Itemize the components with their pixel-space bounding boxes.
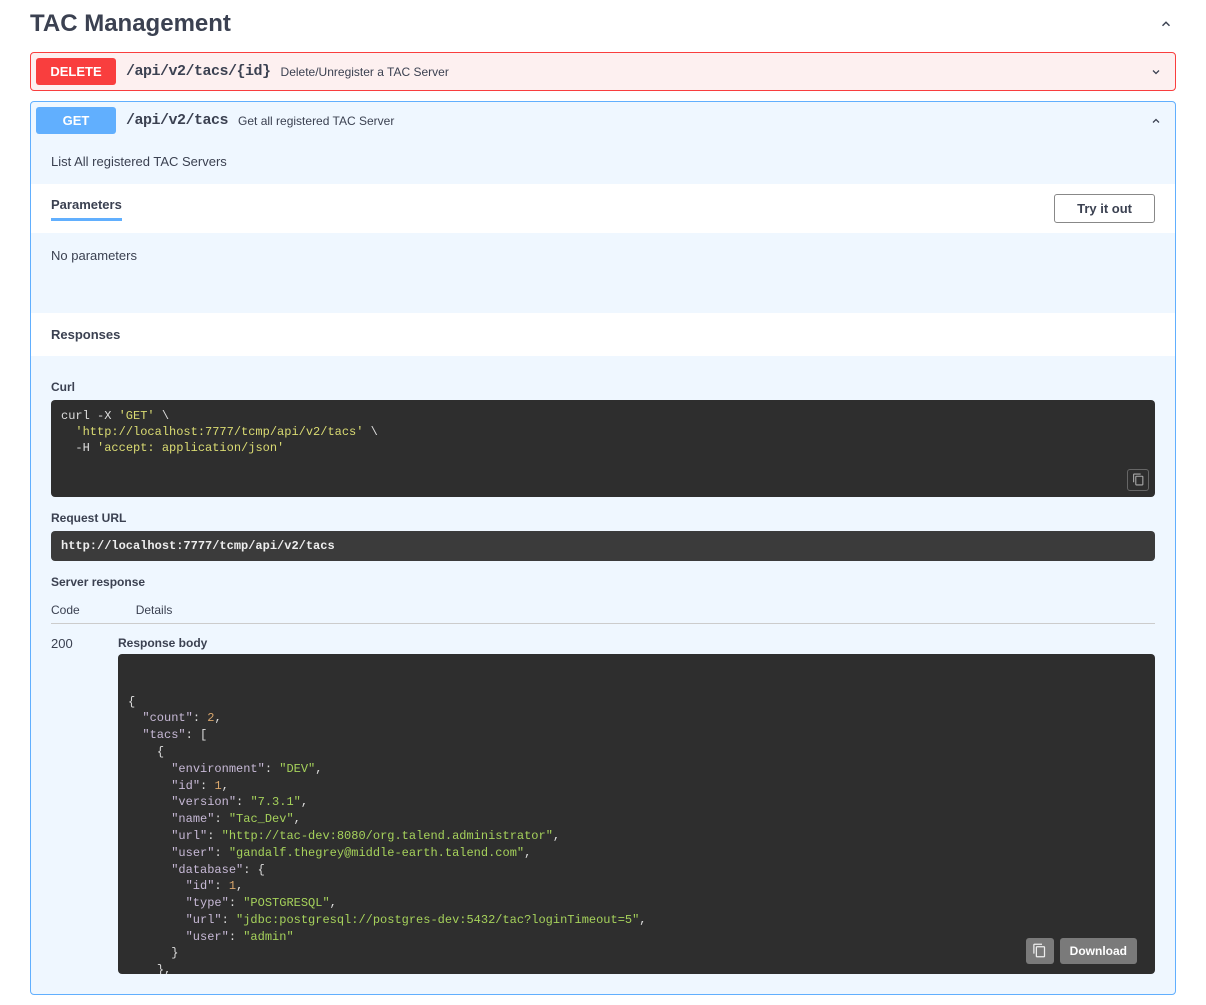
section-title: TAC Management (30, 10, 231, 38)
t: -H (61, 441, 97, 455)
curl-cmd: curl -X (61, 409, 119, 423)
section-header[interactable]: TAC Management (30, 0, 1176, 52)
response-inner: Curl curl -X 'GET' \ 'http://localhost:7… (31, 356, 1175, 994)
method-badge-get: GET (36, 107, 116, 134)
op-get-summary-text: Get all registered TAC Server (238, 114, 394, 128)
curl-label: Curl (51, 380, 1155, 394)
no-parameters-text: No parameters (31, 233, 1175, 313)
chevron-up-icon (1156, 14, 1176, 34)
copy-response-icon[interactable] (1026, 938, 1054, 964)
response-table-header: Code Details (51, 595, 1155, 624)
parameters-header: Parameters Try it out (31, 184, 1175, 233)
t: \ (155, 409, 169, 423)
method-badge-delete: DELETE (36, 58, 116, 85)
op-delete-path: /api/v2/tacs/{id} (126, 63, 271, 80)
details-header: Details (136, 603, 173, 617)
curl-url-str: 'http://localhost:7777/tcmp/api/v2/tacs' (75, 425, 363, 439)
t: \ (363, 425, 377, 439)
response-details: Response body { "count": 2, "tacs": [ { … (118, 636, 1155, 974)
server-response-label: Server response (51, 575, 1155, 589)
code-header: Code (51, 603, 80, 617)
t (61, 425, 75, 439)
download-button[interactable]: Download (1060, 938, 1137, 964)
response-actions: Download (1026, 938, 1137, 964)
response-row: 200 Response body { "count": 2, "tacs": … (51, 624, 1155, 974)
try-it-out-button[interactable]: Try it out (1054, 194, 1155, 223)
op-delete-summary-text: Delete/Unregister a TAC Server (281, 65, 449, 79)
op-get: GET /api/v2/tacs Get all registered TAC … (30, 101, 1176, 995)
op-delete: DELETE /api/v2/tacs/{id} Delete/Unregist… (30, 52, 1176, 91)
request-url-label: Request URL (51, 511, 1155, 525)
response-body-label: Response body (118, 636, 1155, 650)
request-url-box: http://localhost:7777/tcmp/api/v2/tacs (51, 531, 1155, 561)
op-delete-summary[interactable]: DELETE /api/v2/tacs/{id} Delete/Unregist… (31, 53, 1175, 90)
tab-parameters[interactable]: Parameters (51, 197, 122, 221)
op-get-description: List All registered TAC Servers (31, 139, 1175, 184)
op-get-body: List All registered TAC Servers Paramete… (31, 139, 1175, 994)
chevron-up-icon (1150, 111, 1170, 131)
response-body-box[interactable]: { "count": 2, "tacs": [ { "environment":… (118, 654, 1155, 974)
op-get-summary[interactable]: GET /api/v2/tacs Get all registered TAC … (31, 102, 1175, 139)
responses-header: Responses (31, 313, 1175, 356)
curl-method-str: 'GET' (119, 409, 155, 423)
copy-icon[interactable] (1127, 469, 1149, 491)
op-get-path: /api/v2/tacs (126, 112, 228, 129)
curl-accept-str: 'accept: application/json' (97, 441, 284, 455)
chevron-down-icon (1150, 62, 1170, 82)
curl-box: curl -X 'GET' \ 'http://localhost:7777/t… (51, 400, 1155, 497)
response-code: 200 (51, 636, 118, 974)
